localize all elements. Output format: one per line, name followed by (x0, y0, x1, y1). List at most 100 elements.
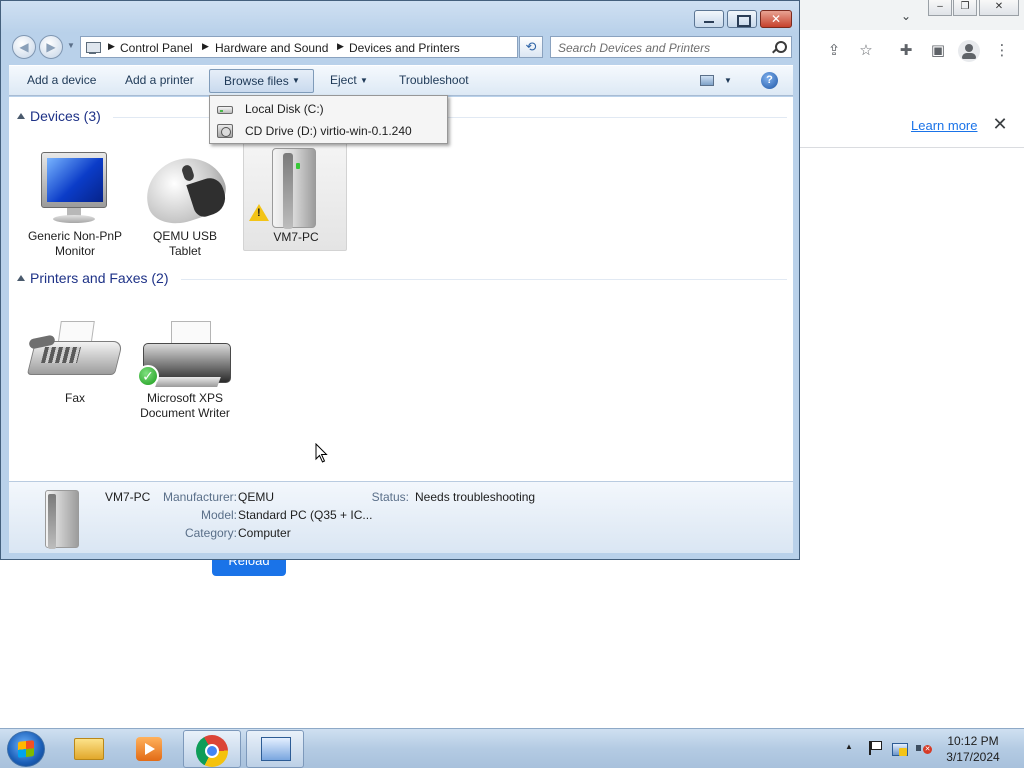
browse-files-button[interactable]: Browse files ▼ (209, 69, 314, 93)
device-tile-vm7-pc[interactable]: VM7-PC (243, 139, 347, 251)
menu-item-cd-drive[interactable]: CD Drive (D:) virtio-win-0.1.240 (211, 120, 446, 142)
printer-tile-fax[interactable]: Fax (23, 307, 127, 419)
browse-files-menu: Local Disk (C:) CD Drive (D:) virtio-win… (209, 95, 448, 144)
taskbar-chrome[interactable] (183, 730, 241, 768)
device-label: Tablet (168, 244, 202, 258)
media-player-icon (136, 737, 162, 761)
status-label: Status: (371, 490, 409, 504)
extensions-puzzle-icon[interactable]: ✚ (895, 40, 917, 62)
chevron-down-icon[interactable]: ▼ (360, 76, 368, 85)
breadcrumb-arrow-icon[interactable]: ▶ (337, 41, 344, 52)
model-label: Model: (200, 508, 237, 522)
device-label: VM7-PC (273, 230, 319, 244)
device-label: QEMU USB (152, 229, 217, 243)
add-printer-button[interactable]: Add a printer (125, 73, 194, 87)
chevron-down-icon[interactable]: ▼ (724, 76, 732, 85)
taskbar-devices-and-printers[interactable] (246, 730, 304, 768)
printer-label: Document Writer (140, 406, 230, 420)
address-bar[interactable]: ▶ Control Panel ▶ Hardware and Sound ▶ D… (80, 36, 591, 58)
collapse-triangle-icon[interactable] (17, 113, 25, 119)
start-button[interactable] (7, 731, 45, 767)
close-button[interactable]: ✕ (760, 10, 792, 28)
chevron-down-icon[interactable]: ⌄ (896, 6, 916, 26)
computer-icon (39, 490, 83, 550)
bookmark-star-icon[interactable]: ☆ (855, 40, 877, 62)
action-center-flag-icon[interactable] (866, 740, 882, 756)
devices-group-title: Devices (3) (30, 108, 101, 124)
manufacturer-label: Manufacturer: (162, 490, 237, 504)
close-icon[interactable]: ✕ (991, 115, 1009, 133)
printer-label: Fax (64, 391, 85, 405)
learn-more-link[interactable]: Learn more (911, 118, 977, 133)
menu-item-label: CD Drive (D:) virtio-win-0.1.240 (245, 124, 412, 138)
taskbar-media-player[interactable] (120, 730, 178, 768)
breadcrumb-hardware-and-sound[interactable]: Hardware and Sound (215, 41, 328, 55)
warning-icon (249, 204, 269, 221)
windows-explorer-icon (74, 738, 104, 760)
chrome-icon (196, 735, 228, 767)
network-icon[interactable] (891, 740, 908, 756)
chevron-down-icon: ▼ (292, 76, 300, 85)
status-value: Needs troubleshooting (415, 490, 536, 504)
breadcrumb-control-panel[interactable]: Control Panel (120, 41, 193, 55)
device-label: Generic Non-PnP (27, 229, 123, 243)
menu-item-label: Local Disk (C:) (245, 102, 324, 116)
menu-item-local-disk[interactable]: Local Disk (C:) (211, 98, 446, 120)
search-icon[interactable] (772, 41, 787, 53)
model-value: Standard PC (Q35 + IC... (238, 508, 373, 522)
device-tile-qemu-tablet[interactable]: QEMU USB Tablet (133, 145, 237, 258)
breadcrumb-devices-and-printers[interactable]: Devices and Printers (349, 41, 460, 55)
help-icon[interactable]: ? (761, 72, 778, 89)
details-device-name: VM7-PC (105, 490, 151, 504)
troubleshoot-button[interactable]: Troubleshoot (399, 73, 469, 87)
details-pane: VM7-PC Manufacturer: QEMU Model: Standar… (9, 481, 793, 553)
category-value: Computer (238, 526, 291, 540)
devices-content-pane: Devices (3) Generic Non-PnP Monitor QEMU… (9, 97, 793, 481)
recent-pages-chevron-icon[interactable]: ▼ (67, 41, 77, 51)
devices-and-printers-icon (261, 737, 291, 761)
eject-button[interactable]: Eject (330, 73, 357, 87)
search-input[interactable]: Search Devices and Printers (550, 36, 792, 58)
printers-group-title: Printers and Faxes (2) (30, 270, 169, 286)
back-arrow-icon[interactable]: ◀ (12, 35, 36, 59)
show-hidden-icons-chevron-icon[interactable]: ▲ (845, 742, 853, 751)
mouse-icon (137, 148, 233, 232)
volume-muted-icon[interactable] (915, 740, 932, 756)
forward-arrow-icon[interactable]: ▶ (39, 35, 63, 59)
browse-files-label: Browse files (224, 74, 289, 88)
window-titlebar (1, 1, 799, 33)
share-icon[interactable]: ⇪ (823, 40, 845, 62)
clock-date: 3/17/2024 (946, 750, 1000, 764)
search-placeholder: Search Devices and Printers (558, 41, 711, 55)
command-bar: Add a device Add a printer Browse files … (9, 65, 793, 96)
printers-group-header[interactable]: Printers and Faxes (2) (9, 268, 793, 288)
change-view-icon[interactable] (700, 75, 714, 86)
close-icon[interactable]: ✕ (979, 0, 1019, 16)
taskbar-clock[interactable]: 10:12 PM 3/17/2024 (940, 733, 1006, 765)
monitor-icon (41, 152, 107, 224)
default-printer-check-icon: ✓ (137, 365, 159, 387)
collapse-triangle-icon[interactable] (17, 275, 25, 281)
clock-time: 10:12 PM (947, 734, 999, 748)
more-menu-icon[interactable]: ⋮ (991, 40, 1013, 62)
device-tile-monitor[interactable]: Generic Non-PnP Monitor (23, 145, 127, 258)
minimize-icon[interactable]: – (928, 0, 952, 16)
side-panel-icon[interactable]: ▣ (927, 40, 949, 62)
device-label: Monitor (54, 244, 95, 258)
profile-avatar-icon[interactable] (958, 40, 980, 62)
control-panel-icon (85, 40, 101, 54)
printer-label: Microsoft XPS (146, 391, 224, 405)
refresh-button[interactable]: ⟲ (519, 36, 543, 58)
taskbar-explorer[interactable] (60, 730, 118, 768)
add-device-button[interactable]: Add a device (27, 73, 96, 87)
fax-icon (26, 321, 124, 387)
maximize-button[interactable] (727, 10, 757, 28)
category-label: Category: (184, 526, 237, 540)
breadcrumb-arrow-icon[interactable]: ▶ (108, 41, 115, 52)
minimize-button[interactable] (694, 10, 724, 28)
breadcrumb-arrow-icon[interactable]: ▶ (202, 41, 209, 52)
printer-tile-xps[interactable]: ✓ Microsoft XPS Document Writer (133, 307, 237, 420)
manufacturer-value: QEMU (238, 490, 274, 504)
devices-and-printers-window: ✕ ◀ ▶ ▼ ▶ Control Panel ▶ Hardware and S… (0, 0, 800, 560)
restore-icon[interactable]: ❐ (953, 0, 977, 16)
